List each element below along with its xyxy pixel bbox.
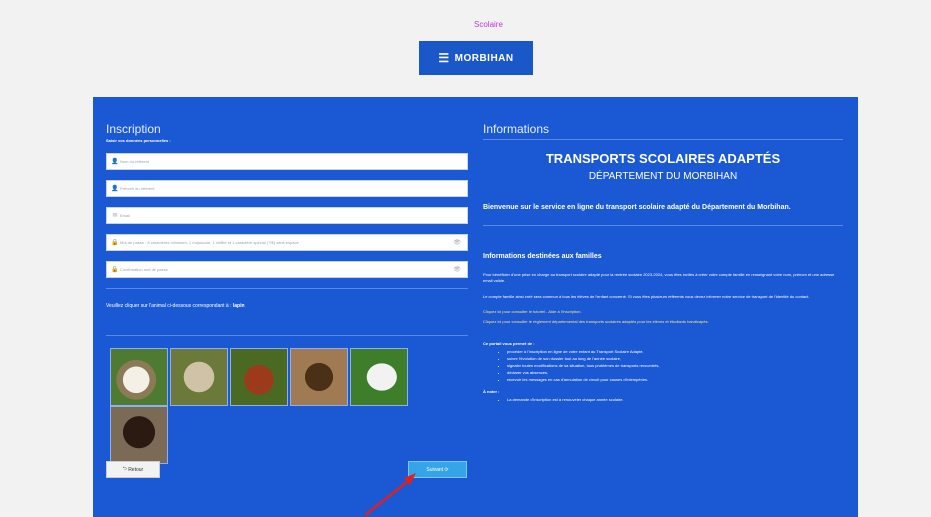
list-item: recevoir les messages en cas d'annulatio… (507, 376, 843, 383)
user-icon: 👤 (111, 159, 119, 165)
inscription-title: Inscription (106, 122, 161, 136)
note-title: À noter : (483, 389, 500, 394)
divider (106, 288, 468, 289)
portal-title: Ce portail vous permet de : (483, 341, 535, 346)
regulation-link[interactable]: Cliquez ici pour consulter le règlement … (483, 319, 843, 325)
inscription-section: Inscription Saisir vos données personnel… (106, 97, 468, 336)
logo-icon: ☰ (438, 51, 450, 65)
divider (106, 335, 468, 336)
informations-title: Informations (483, 122, 550, 136)
show-password-icon[interactable]: 👁 (453, 239, 461, 246)
password-confirm-input[interactable]: 🔒 Confirmation mot de passe 👁 (106, 261, 468, 278)
captcha-bear-image[interactable] (290, 348, 348, 406)
morbihan-logo: ☰ MORBIHAN (419, 41, 533, 75)
families-title: Informations destinées aux familles (483, 253, 602, 260)
note-list: La demande d'inscription est à renouvele… (483, 396, 843, 403)
service-subtitle: DÉPARTEMENT DU MORBIHAN (588, 171, 738, 182)
inscription-subtitle: Saisir vos données personnelles : (106, 138, 171, 143)
next-icon: ⟳ (443, 466, 449, 473)
list-item: suivre l'évolution de son dossier tout a… (507, 355, 843, 362)
list-item: signaler toutes modifications de sa situ… (507, 362, 843, 369)
welcome-text: Bienvenue sur le service en ligne du tra… (483, 204, 791, 211)
list-item: La demande d'inscription est à renouvele… (507, 396, 843, 403)
captcha-sheep-image[interactable] (170, 348, 228, 406)
lock-icon: 🔒 (111, 240, 119, 246)
mail-icon: ✉ (112, 213, 118, 219)
captcha-dog-image[interactable] (110, 348, 168, 406)
captcha-target: lapin (232, 303, 245, 309)
tutorial-link[interactable]: Cliquez ici pour consulter le tutoriel -… (483, 309, 843, 315)
password-input[interactable]: 🔒 Mot de passe : 8 caractères minimum, 1… (106, 234, 468, 251)
main-panel: Inscription Saisir vos données personnel… (93, 97, 858, 517)
info-paragraph-1: Pour bénéficier d'une prise en charge au… (483, 272, 835, 283)
divider (483, 225, 843, 226)
service-title: TRANSPORTS SCOLAIRES ADAPTÉS (545, 151, 781, 166)
back-button[interactable]: ⮌ Retour (106, 461, 160, 478)
logo-text: MORBIHAN (454, 52, 514, 64)
captcha-monkey-image[interactable] (110, 406, 168, 464)
captcha-instruction: Veuillez cliquer sur l'animal ci-dessous… (106, 303, 245, 309)
list-item: procéder à l'inscription en ligne de vot… (507, 348, 843, 355)
divider (483, 139, 843, 140)
captcha-rabbit-image[interactable] (350, 348, 408, 406)
show-password-confirm-icon[interactable]: 👁 (453, 266, 461, 273)
informations-section: Informations TRANSPORTS SCOLAIRES ADAPTÉ… (483, 97, 843, 403)
portal-list: procéder à l'inscription en ligne de vot… (483, 348, 843, 383)
last-name-input[interactable]: 👤 Nom du référent (106, 153, 468, 170)
user-icon: 👤 (111, 186, 119, 192)
first-name-input[interactable]: 👤 Prénom du référent (106, 180, 468, 197)
annotation-arrow-icon (364, 473, 416, 516)
captcha-hen-image[interactable] (230, 348, 288, 406)
email-input[interactable]: ✉ Email (106, 207, 468, 224)
info-paragraph-2: Le compte famille ainsi créé sera commun… (483, 294, 810, 299)
lock-icon: 🔒 (111, 267, 119, 273)
list-item: déclarer vos absences, (507, 369, 843, 376)
top-link[interactable]: Scolaire (474, 20, 503, 29)
